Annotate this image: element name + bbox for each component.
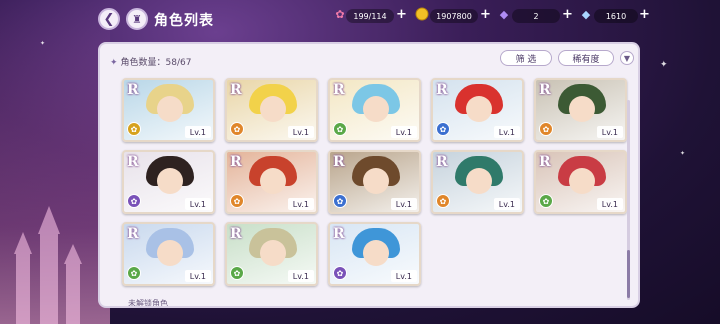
level-label: Lv.1 xyxy=(287,198,314,210)
level-label: Lv.1 xyxy=(390,270,417,282)
element-icon: ✿ xyxy=(333,122,347,136)
character-card[interactable]: R ✿ Lv.1 xyxy=(534,78,627,142)
character-card[interactable]: R ✿ Lv.1 xyxy=(431,150,524,214)
add-crystal-button[interactable]: + xyxy=(562,7,573,22)
element-icon: ✿ xyxy=(539,194,553,208)
level-label: Lv.1 xyxy=(287,270,314,282)
character-card[interactable]: R ✿ Lv.1 xyxy=(122,150,215,214)
character-card[interactable]: R ✿ Lv.1 xyxy=(328,78,421,142)
character-face xyxy=(157,168,183,194)
add-gold-button[interactable]: + xyxy=(480,7,491,22)
character-face xyxy=(260,168,286,194)
castle-silhouette xyxy=(14,206,82,324)
element-icon: ✿ xyxy=(333,194,347,208)
candy-count: 199/114 xyxy=(346,9,394,23)
element-icon: ✿ xyxy=(230,122,244,136)
back-button[interactable]: ❮ xyxy=(98,8,120,30)
filter-button[interactable]: 筛 选 xyxy=(500,50,552,66)
add-candy-button[interactable]: + xyxy=(396,7,407,22)
element-icon: ✿ xyxy=(127,122,141,136)
character-face xyxy=(466,168,492,194)
rarity-badge: R xyxy=(333,226,345,242)
rarity-badge: R xyxy=(436,82,448,98)
sort-order-button[interactable]: ▼ xyxy=(620,51,634,65)
back-arrow-icon: ❮ xyxy=(103,11,115,27)
rarity-badge: R xyxy=(230,226,242,242)
rarity-badge: R xyxy=(127,82,139,98)
scrollbar-thumb[interactable] xyxy=(627,250,630,298)
character-face xyxy=(466,96,492,122)
rarity-badge: R xyxy=(127,154,139,170)
element-icon: ✿ xyxy=(436,122,450,136)
gem-count: 1610 xyxy=(594,9,638,23)
character-card[interactable]: R ✿ Lv.1 xyxy=(122,222,215,286)
character-card[interactable]: R ✿ Lv.1 xyxy=(225,78,318,142)
sparkle-icon: ✦ xyxy=(40,40,46,47)
sparkle-icon: ✦ xyxy=(110,58,118,68)
level-label: Lv.1 xyxy=(493,198,520,210)
character-face xyxy=(363,240,389,266)
character-face xyxy=(157,240,183,266)
coin-icon xyxy=(414,6,430,22)
chevron-down-icon: ▼ xyxy=(623,53,631,63)
element-icon: ✿ xyxy=(127,266,141,280)
element-icon: ✿ xyxy=(230,266,244,280)
level-label: Lv.1 xyxy=(287,126,314,138)
character-card[interactable]: R ✿ Lv.1 xyxy=(225,150,318,214)
section-hint: 未解锁角色 xyxy=(128,299,168,308)
blue-diamond-icon: ◆ xyxy=(581,7,591,21)
element-icon: ✿ xyxy=(539,122,553,136)
level-label: Lv.1 xyxy=(184,198,211,210)
element-icon: ✿ xyxy=(436,194,450,208)
sort-rarity-button[interactable]: 稀有度 xyxy=(558,50,614,66)
rarity-badge: R xyxy=(539,82,551,98)
crystal-count: 2 xyxy=(512,9,560,23)
level-label: Lv.1 xyxy=(390,126,417,138)
level-label: Lv.1 xyxy=(596,126,623,138)
character-card[interactable]: R ✿ Lv.1 xyxy=(122,78,215,142)
character-card[interactable]: R ✿ Lv.1 xyxy=(534,150,627,214)
sparkle-icon: ✦ xyxy=(660,60,668,70)
character-face xyxy=(569,96,595,122)
character-card[interactable]: R ✿ Lv.1 xyxy=(431,78,524,142)
rarity-badge: R xyxy=(230,82,242,98)
rarity-badge: R xyxy=(539,154,551,170)
rarity-badge: R xyxy=(127,226,139,242)
element-icon: ✿ xyxy=(333,266,347,280)
level-label: Lv.1 xyxy=(184,270,211,282)
character-card[interactable]: R ✿ Lv.1 xyxy=(328,222,421,286)
rarity-badge: R xyxy=(436,154,448,170)
level-label: Lv.1 xyxy=(493,126,520,138)
top-bar: ❮ ♜ 角色列表 ✿ 199/114 + 1907800 + ◆ 2 + ◆ 1… xyxy=(0,0,720,34)
home-button[interactable]: ♜ xyxy=(126,8,148,30)
character-list-panel: ✦ 角色数量：58/67 筛 选 稀有度 ▼ R ✿ Lv.1 R ✿ Lv.1 R ✿ Lv.1… xyxy=(98,42,640,308)
character-count: ✦ 角色数量：58/67 xyxy=(110,55,191,68)
character-face xyxy=(363,168,389,194)
character-face xyxy=(260,240,286,266)
character-face xyxy=(157,96,183,122)
gold-count: 1907800 xyxy=(430,9,478,23)
rarity-badge: R xyxy=(333,82,345,98)
level-label: Lv.1 xyxy=(184,126,211,138)
character-face xyxy=(260,96,286,122)
character-count-label: 角色数量：58/67 xyxy=(120,58,192,68)
castle-home-icon: ♜ xyxy=(132,12,142,26)
element-icon: ✿ xyxy=(127,194,141,208)
level-label: Lv.1 xyxy=(390,198,417,210)
character-face xyxy=(363,96,389,122)
character-card[interactable]: R ✿ Lv.1 xyxy=(328,150,421,214)
page-title: 角色列表 xyxy=(154,13,214,29)
add-gem-button[interactable]: + xyxy=(639,7,650,22)
purple-diamond-icon: ◆ xyxy=(499,7,509,21)
sparkle-icon: ✦ xyxy=(680,150,686,157)
character-card[interactable]: R ✿ Lv.1 xyxy=(225,222,318,286)
level-label: Lv.1 xyxy=(596,198,623,210)
rarity-badge: R xyxy=(333,154,345,170)
rarity-badge: R xyxy=(230,154,242,170)
scrollbar[interactable] xyxy=(627,100,630,300)
element-icon: ✿ xyxy=(230,194,244,208)
character-face xyxy=(569,168,595,194)
